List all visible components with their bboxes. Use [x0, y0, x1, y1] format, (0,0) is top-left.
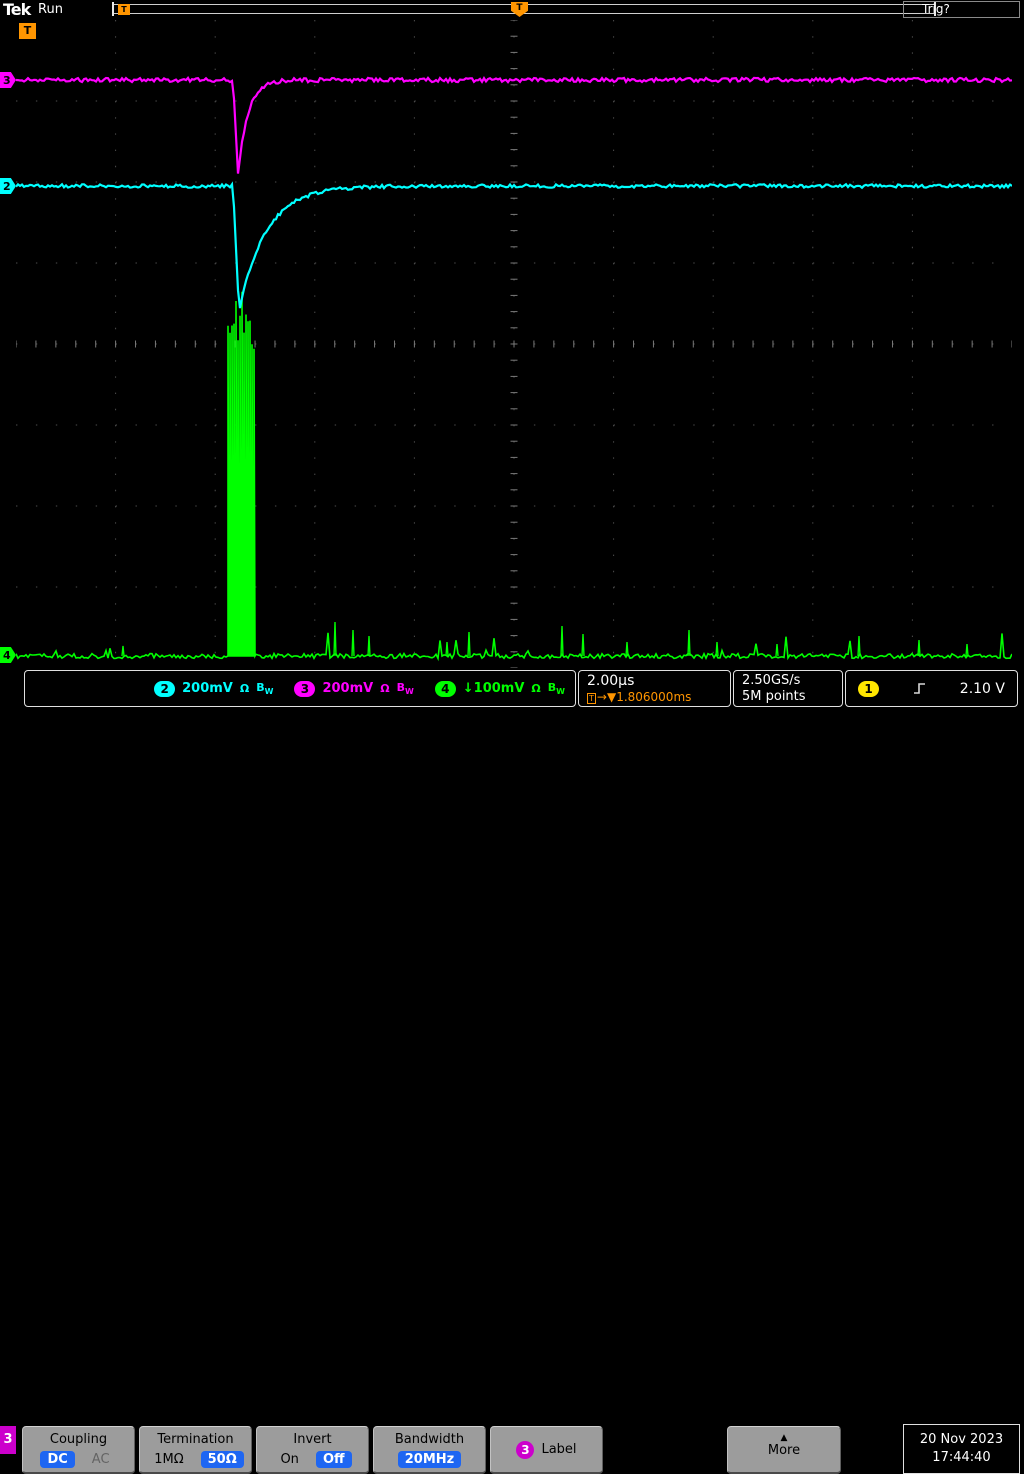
termination-title: Termination: [157, 1432, 234, 1447]
channel3-bw-limit-icon: BW: [396, 680, 414, 697]
channel3-badge[interactable]: 3: [294, 680, 316, 697]
time-text: 17:44:40: [932, 1450, 991, 1465]
channel2-position-marker[interactable]: 2: [0, 178, 16, 194]
channel2-badge[interactable]: 2: [154, 680, 176, 697]
coupling-ac-option[interactable]: AC: [85, 1451, 117, 1468]
channel4-scale: ↓100mV: [462, 681, 525, 696]
acquisition-status: Run: [38, 2, 63, 17]
channel4-bw-limit-icon: BW: [547, 680, 565, 697]
menu-channel-badge: 3: [0, 1426, 16, 1454]
trigger-level-marker[interactable]: T: [19, 23, 36, 39]
channel3-scale: 200mV: [322, 681, 374, 696]
invert-off-option[interactable]: Off: [315, 1451, 352, 1468]
channel2-scale: 200mV: [182, 681, 233, 696]
invert-button[interactable]: Invert On Off: [256, 1426, 369, 1474]
datetime-box: 20 Nov 2023 17:44:40: [903, 1424, 1020, 1474]
bandwidth-button[interactable]: Bandwidth 20MHz: [373, 1426, 486, 1474]
delay-marker-icon[interactable]: T: [118, 4, 130, 15]
waveform-area[interactable]: [16, 20, 1012, 668]
termination-50ohm-option[interactable]: 50Ω: [200, 1451, 244, 1468]
trigger-slope-icon: [913, 683, 925, 694]
acquisition-readout-box[interactable]: 2.50GS/s 5M points: [733, 670, 843, 707]
date-text: 20 Nov 2023: [919, 1432, 1004, 1447]
termination-1m-option[interactable]: 1MΩ: [147, 1451, 190, 1468]
channel1-badge[interactable]: 1: [858, 680, 879, 697]
bottom-menu-bar: 3 Coupling DC AC Termination 1MΩ 50Ω Inv…: [0, 710, 1024, 1474]
coupling-title: Coupling: [49, 1432, 108, 1447]
top-status-bar: Tek Run T T Trig?: [0, 0, 1024, 20]
channel2-bw-limit-icon: BW: [256, 680, 274, 697]
channel3-impedance: Ω: [380, 682, 390, 695]
channel3-position-marker[interactable]: 3: [0, 72, 16, 88]
bandwidth-title: Bandwidth: [394, 1432, 465, 1447]
horizontal-scale: 2.00µs: [587, 673, 635, 689]
trigger-position-marker[interactable]: T: [511, 2, 528, 17]
waveform-svg: [16, 20, 1012, 668]
more-title: More: [767, 1443, 801, 1458]
coupling-button[interactable]: Coupling DC AC: [22, 1426, 135, 1474]
invert-title: Invert: [293, 1432, 332, 1447]
horizontal-readout-box[interactable]: 2.00µs T →▼1.806000ms: [578, 670, 731, 707]
channel4-position-marker[interactable]: 4: [0, 647, 16, 663]
invert-on-option[interactable]: On: [273, 1451, 305, 1468]
record-length: 5M points: [742, 689, 806, 704]
channel4-badge[interactable]: 4: [434, 680, 456, 697]
bandwidth-value-option[interactable]: 20MHz: [397, 1451, 462, 1468]
channel2-impedance: Ω: [239, 682, 250, 695]
horizontal-delay: T →▼1.806000ms: [587, 690, 692, 704]
sample-rate: 2.50GS/s: [742, 673, 801, 688]
channel4-impedance: Ω: [531, 682, 541, 695]
label-title: Label: [541, 1442, 577, 1457]
trigger-readout-box[interactable]: 1 2.10 V: [845, 670, 1018, 707]
coupling-dc-option[interactable]: DC: [40, 1451, 75, 1468]
trigger-status-indicator: Trig?: [903, 1, 1020, 18]
trigger-level: 2.10 V: [959, 680, 1005, 697]
channel-readouts-box[interactable]: 2 200mV Ω BW 3 200mV Ω BW 4 ↓100mV Ω BW: [24, 670, 576, 707]
label-channel-badge: 3: [516, 1440, 535, 1459]
more-up-arrow-icon: ▲: [780, 1433, 788, 1443]
delay-t-icon: T: [587, 693, 596, 704]
label-button[interactable]: 3 Label: [490, 1426, 603, 1474]
oscilloscope-screen: Tek Run T T Trig? T 3 2 4 2 200mV Ω BW 3…: [0, 0, 1024, 1474]
more-button[interactable]: ▲ More: [727, 1426, 841, 1474]
tek-logo: Tek: [3, 0, 31, 19]
termination-button[interactable]: Termination 1MΩ 50Ω: [139, 1426, 252, 1474]
